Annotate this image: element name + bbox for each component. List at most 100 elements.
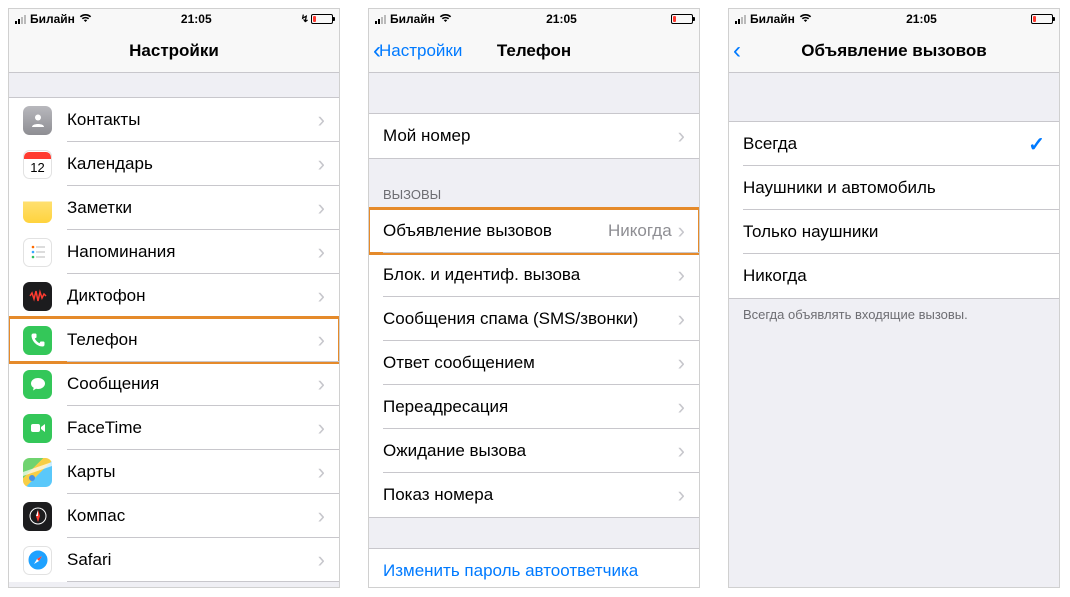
chevron-right-icon: › [678, 396, 685, 418]
chevron-right-icon: › [678, 264, 685, 286]
settings-row-label: Контакты [67, 110, 318, 130]
settings-row-voice-memos[interactable]: Диктофон › [9, 274, 339, 318]
charging-icon: ↯ [301, 14, 309, 25]
battery-icon [311, 14, 333, 24]
chevron-right-icon: › [318, 241, 325, 263]
settings-row-reminders[interactable]: Напоминания › [9, 230, 339, 274]
chevron-right-icon: › [318, 197, 325, 219]
row-detail: Никогда [608, 221, 672, 241]
settings-row-label: Календарь [67, 154, 318, 174]
option-label: Только наушники [743, 222, 1045, 242]
chevron-right-icon: › [678, 484, 685, 506]
back-button[interactable]: ‹ Настройки [373, 29, 462, 72]
facetime-icon [23, 414, 52, 443]
row-spam-sms[interactable]: Сообщения спама (SMS/звонки) › [369, 297, 699, 341]
screen-phone-settings: Билайн 21:05 ‹ Настройки Телефон Мой ном… [368, 8, 700, 588]
clock-label: 21:05 [906, 12, 937, 26]
chevron-right-icon: › [678, 125, 685, 147]
battery-icon [1031, 14, 1053, 24]
chevron-right-icon: › [318, 329, 325, 351]
row-label: Изменить пароль автоответчика [383, 561, 685, 581]
option-label: Всегда [743, 134, 1028, 154]
voice-memo-icon [23, 282, 52, 311]
option-never[interactable]: Никогда [729, 254, 1059, 298]
chevron-right-icon: › [678, 220, 685, 242]
battery-icon [671, 14, 693, 24]
settings-row-label: Safari [67, 550, 318, 570]
settings-row-label: Напоминания [67, 242, 318, 262]
row-announce-calls[interactable]: Объявление вызовов Никогда › [369, 209, 699, 253]
nav-bar: ‹ Объявление вызовов [729, 29, 1059, 73]
row-label: Объявление вызовов [383, 221, 608, 241]
settings-row-calendar[interactable]: 12 Календарь › [9, 142, 339, 186]
chevron-left-icon: ‹ [733, 39, 741, 63]
settings-row-label: Сообщения [67, 374, 318, 394]
settings-list: Контакты › 12 Календарь › Заметки › Н [9, 73, 339, 587]
row-label: Показ номера [383, 485, 678, 505]
row-label: Мой номер [383, 126, 678, 146]
notes-icon [23, 194, 52, 223]
back-button[interactable]: ‹ [733, 29, 739, 72]
carrier-label: Билайн [30, 12, 75, 26]
clock-label: 21:05 [546, 12, 577, 26]
phone-icon [23, 326, 52, 355]
option-label: Никогда [743, 266, 1045, 286]
carrier-label: Билайн [750, 12, 795, 26]
settings-row-notes[interactable]: Заметки › [9, 186, 339, 230]
safari-icon [23, 546, 52, 575]
nav-bar: Настройки [9, 29, 339, 73]
settings-row-label: Диктофон [67, 286, 318, 306]
row-my-number[interactable]: Мой номер › [369, 114, 699, 158]
option-headphones-only[interactable]: Только наушники [729, 210, 1059, 254]
settings-row-messages[interactable]: Сообщения › [9, 362, 339, 406]
contacts-icon [23, 106, 52, 135]
option-headphones-car[interactable]: Наушники и автомобиль [729, 166, 1059, 210]
back-label: Настройки [379, 41, 462, 61]
chevron-right-icon: › [678, 308, 685, 330]
chevron-right-icon: › [318, 285, 325, 307]
settings-row-label: Компас [67, 506, 318, 526]
chevron-right-icon: › [678, 440, 685, 462]
row-label: Переадресация [383, 397, 678, 417]
section-footer: Всегда объявлять входящие вызовы. [729, 299, 1059, 330]
chevron-right-icon: › [318, 549, 325, 571]
chevron-right-icon: › [318, 461, 325, 483]
settings-row-phone[interactable]: Телефон › [9, 318, 339, 362]
settings-row-compass[interactable]: Компас › [9, 494, 339, 538]
maps-icon [23, 458, 52, 487]
screen-settings: Билайн 21:05 ↯ Настройки Контакты › [8, 8, 340, 588]
chevron-right-icon: › [318, 505, 325, 527]
clock-label: 21:05 [181, 12, 212, 26]
checkmark-icon: ✓ [1028, 132, 1045, 157]
settings-row-label: Телефон [67, 330, 318, 350]
messages-icon [23, 370, 52, 399]
row-call-blocking[interactable]: Блок. и идентиф. вызова › [369, 253, 699, 297]
announce-options-list: Всегда ✓ Наушники и автомобиль Только на… [729, 73, 1059, 587]
settings-row-facetime[interactable]: FaceTime › [9, 406, 339, 450]
settings-row-safari[interactable]: Safari › [9, 538, 339, 582]
settings-row-contacts[interactable]: Контакты › [9, 98, 339, 142]
settings-row-maps[interactable]: Карты › [9, 450, 339, 494]
option-label: Наушники и автомобиль [743, 178, 1045, 198]
page-title: Телефон [497, 41, 571, 61]
compass-icon [23, 502, 52, 531]
signal-icon [735, 15, 746, 24]
wifi-icon [439, 13, 452, 26]
row-label: Ответ сообщением [383, 353, 678, 373]
settings-row-label: Заметки [67, 198, 318, 218]
row-call-waiting[interactable]: Ожидание вызова › [369, 429, 699, 473]
section-header-calls: ВЫЗОВЫ [369, 181, 699, 209]
row-change-voicemail-password[interactable]: Изменить пароль автоответчика [369, 549, 699, 587]
settings-row-label: Карты [67, 462, 318, 482]
row-call-forwarding[interactable]: Переадресация › [369, 385, 699, 429]
row-label: Ожидание вызова [383, 441, 678, 461]
row-respond-with-text[interactable]: Ответ сообщением › [369, 341, 699, 385]
wifi-icon [79, 13, 92, 26]
settings-row-label: FaceTime [67, 418, 318, 438]
row-show-caller-id[interactable]: Показ номера › [369, 473, 699, 517]
status-bar: Билайн 21:05 [729, 9, 1059, 29]
row-label: Блок. и идентиф. вызова [383, 265, 678, 285]
reminders-icon [23, 238, 52, 267]
screen-announce-calls: Билайн 21:05 ‹ Объявление вызовов Всегда… [728, 8, 1060, 588]
option-always[interactable]: Всегда ✓ [729, 122, 1059, 166]
